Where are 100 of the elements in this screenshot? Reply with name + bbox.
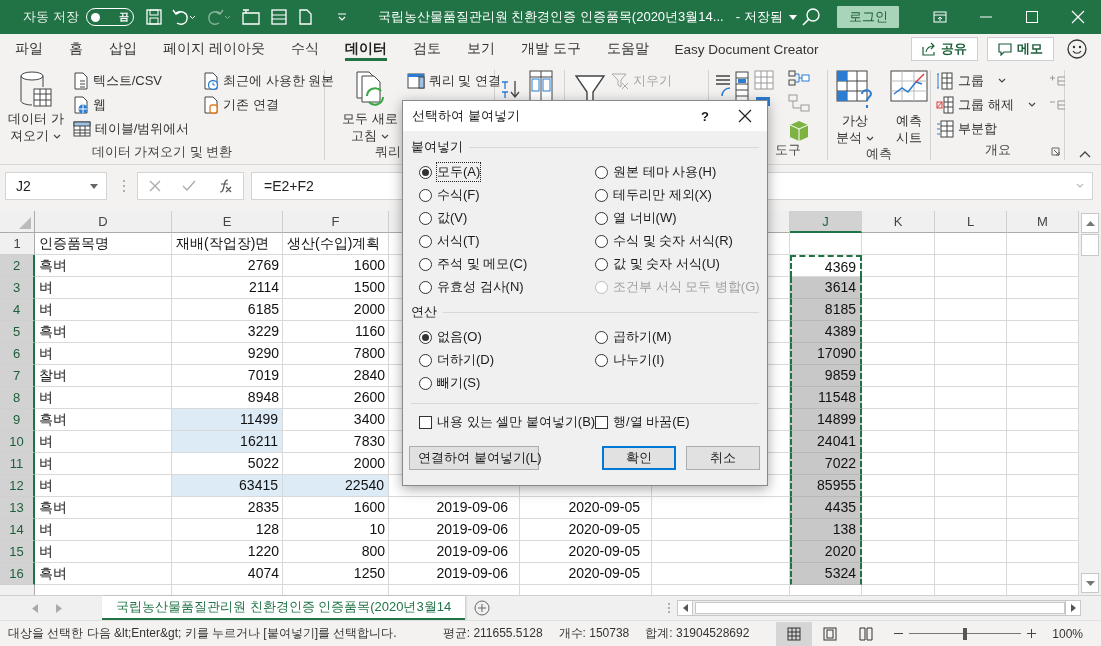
option-label: 열 너비(W) (613, 209, 677, 227)
table-cell-text: 벼 (38, 476, 54, 495)
checkbox-label: 내용 있는 셀만 붙여넣기(B) (437, 413, 596, 431)
table-cell-text: 7800 (352, 344, 386, 363)
table-cell-text: 2020-09-05 (567, 498, 641, 517)
group-label: 도구 (775, 142, 801, 159)
section-label: 붙여넣기 (411, 138, 463, 156)
window-title: 국립농산물품질관리원 친환경인증 인증품목(2020년3월14... (377, 8, 724, 26)
group-label: 예측 (866, 146, 892, 163)
table-cell: 11548 (790, 387, 862, 409)
table-cell-text: 흑벼 (38, 322, 68, 341)
table-cell-text: 9290 (246, 344, 280, 363)
table-cell-text: 흑벼 (38, 564, 68, 583)
table-cell-text: 찰벼 (38, 366, 68, 385)
autosave-label: 자동 저장 (23, 8, 79, 26)
option-label: 유효성 검사(N) (437, 278, 524, 296)
status-count: 개수: 150738 (558, 625, 630, 642)
table-cell-text: 2600 (352, 388, 386, 407)
table-cell-text: 벼 (38, 278, 54, 297)
option-label: 테두리만 제외(X) (613, 186, 712, 204)
table-cell-text: 7019 (246, 366, 280, 385)
table-cell-text: 생산(수입)계획 (286, 234, 382, 253)
table-cell-text: 7830 (352, 432, 386, 451)
table-cell-text: 2019-09-06 (435, 498, 509, 517)
option-label: 값(V) (437, 209, 468, 227)
table-cell-text: 흑벼 (38, 498, 68, 517)
table-cell: 63415 (172, 475, 283, 497)
table-cell-text: 8948 (246, 388, 280, 407)
table-cell-text: 벼 (38, 388, 54, 407)
table-cell-text: 2769 (246, 256, 280, 275)
table-cell-text: 2020-09-05 (567, 542, 641, 561)
table-cell-text: 흑벼 (38, 410, 68, 429)
status-average: 평균: 211655.5128 (442, 625, 543, 642)
table-cell-text: 2840 (352, 366, 386, 385)
table-cell: 22540 (283, 475, 389, 497)
table-cell: 16211 (172, 431, 283, 453)
option-label: 수식(F) (437, 186, 480, 204)
table-cell-text: 흑벼 (38, 256, 68, 275)
option-label: 값 및 숫자 서식(U) (613, 255, 720, 273)
table-cell-text: 128 (254, 520, 280, 539)
option-label: 모두(A) (437, 163, 481, 181)
table-cell-text: 인증품목명 (38, 234, 110, 253)
status-sum: 합계: 31904528692 (645, 625, 750, 642)
option-label: 곱하기(M) (613, 328, 672, 346)
option-label: 수식 및 숫자 서식(R) (613, 232, 733, 250)
table-cell-text: 벼 (38, 300, 54, 319)
table-cell-text: 1250 (352, 564, 386, 583)
table-cell-text: 2835 (246, 498, 280, 517)
table-cell-text: 2020-09-05 (567, 520, 641, 539)
option-label: 빼기(S) (437, 374, 481, 392)
option-label: 원본 테마 사용(H) (613, 163, 717, 181)
option-label: 조건부 서식 모두 병합(G) (613, 278, 760, 296)
table-cell-text: 4074 (246, 564, 280, 583)
table-cell: 138 (790, 519, 862, 541)
table-cell-text: 재배(작업장)면 (175, 234, 271, 253)
table-cell: 9859 (790, 365, 862, 387)
table-cell-text: 2019-09-06 (435, 520, 509, 539)
group-label: 데이터 가져오기 및 변환 (91, 144, 233, 161)
option-label: 서식(T) (437, 232, 480, 250)
table-cell: 2020 (790, 541, 862, 563)
table-cell-text: 5022 (246, 454, 280, 473)
table-cell: 4389 (790, 321, 862, 343)
table-cell: 85955 (790, 475, 862, 497)
option-label: 주석 및 메모(C) (437, 255, 528, 273)
table-cell-text: 2020-09-05 (567, 564, 641, 583)
checkbox-label: 행/열 바꿈(E) (613, 413, 690, 431)
table-cell-text: 1220 (246, 542, 280, 561)
table-cell: 17090 (790, 343, 862, 365)
table-cell-text: 벼 (38, 432, 54, 451)
table-cell-text: 2114 (247, 278, 280, 297)
option-label: 나누기(I) (613, 351, 665, 369)
table-cell-text: 3400 (352, 410, 386, 429)
group-label: 쿼리 (375, 144, 401, 161)
option-label: 더하기(D) (437, 351, 495, 369)
table-cell-text: 1600 (352, 256, 386, 275)
table-cell: 8185 (790, 299, 862, 321)
table-cell-text: 1600 (352, 498, 386, 517)
table-cell: 3614 (790, 277, 862, 299)
option-label: 없음(O) (437, 328, 482, 346)
table-cell: 14899 (790, 409, 862, 431)
section-label: 연산 (411, 303, 437, 321)
table-cell: 11499 (172, 409, 283, 431)
table-cell-text: 2000 (352, 300, 386, 319)
table-cell-text: 벼 (38, 454, 54, 473)
table-cell: 7022 (790, 453, 862, 475)
table-cell-text: 벼 (38, 542, 54, 561)
table-cell-text: 1160 (353, 322, 386, 341)
table-cell-text: 10 (368, 520, 386, 539)
table-cell-text: 벼 (38, 520, 54, 539)
table-cell: 4435 (790, 497, 862, 519)
table-cell: 5324 (790, 563, 862, 585)
table-cell-text: 6185 (246, 300, 280, 319)
table-cell-text: 3229 (246, 322, 280, 341)
table-cell-text: 800 (360, 542, 386, 561)
table-cell-text: 1500 (352, 278, 386, 297)
table-cell: 24041 (790, 431, 862, 453)
dialog-title: 선택하여 붙여넣기 (412, 107, 521, 125)
table-cell-text: 벼 (38, 344, 54, 363)
status-message: 대상을 선택한 다음 &lt;Enter&gt; 키를 누르거나 [붙여넣기]를 선택합니다. (8, 625, 397, 642)
table-cell-text: 2000 (352, 454, 386, 473)
